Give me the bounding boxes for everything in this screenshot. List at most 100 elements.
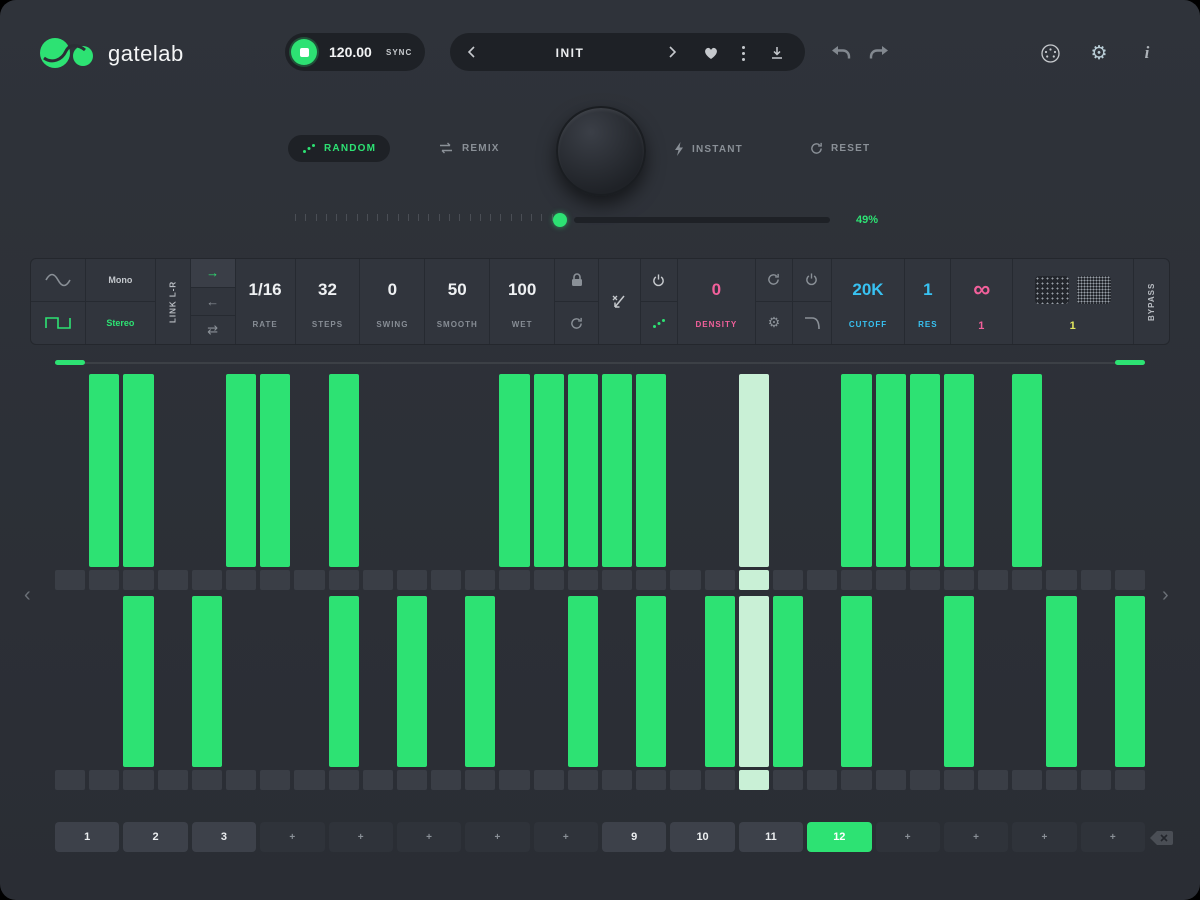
- step-offset-cell[interactable]: [226, 570, 256, 590]
- step-column-9[interactable]: [329, 374, 359, 590]
- gate-bar-active[interactable]: [739, 596, 769, 767]
- direction-pingpong-button[interactable]: ⇄: [191, 316, 235, 344]
- favorite-button[interactable]: [702, 45, 720, 61]
- step-column-1[interactable]: [55, 374, 85, 590]
- gate-bar-empty[interactable]: [1046, 374, 1076, 567]
- gate-bar-active[interactable]: [123, 596, 153, 767]
- step-offset-cell[interactable]: [705, 570, 735, 590]
- gate-bar-active[interactable]: [876, 374, 906, 567]
- step-column-7[interactable]: [260, 596, 290, 790]
- step-column-6[interactable]: [226, 374, 256, 590]
- gate-bar-active[interactable]: [773, 596, 803, 767]
- step-column-16[interactable]: [568, 374, 598, 590]
- step-offset-cell[interactable]: [1081, 770, 1111, 790]
- wet-cell[interactable]: 100 WET: [490, 259, 555, 344]
- step-offset-cell[interactable]: [329, 570, 359, 590]
- step-column-30[interactable]: [1046, 596, 1076, 790]
- step-offset-cell[interactable]: [397, 770, 427, 790]
- step-column-19[interactable]: [670, 374, 700, 590]
- step-offset-cell[interactable]: [363, 570, 393, 590]
- step-offset-cell[interactable]: [876, 570, 906, 590]
- gate-bar-empty[interactable]: [158, 374, 188, 567]
- step-offset-cell[interactable]: [329, 770, 359, 790]
- step-column-4[interactable]: [158, 596, 188, 790]
- gate-bar-active[interactable]: [329, 596, 359, 767]
- step-offset-cell[interactable]: [773, 770, 803, 790]
- step-offset-cell[interactable]: [602, 570, 632, 590]
- gate-bar-empty[interactable]: [158, 596, 188, 767]
- step-column-18[interactable]: [636, 374, 666, 590]
- pattern-add-button[interactable]: +: [397, 822, 461, 852]
- step-column-29[interactable]: [1012, 596, 1042, 790]
- step-offset-cell[interactable]: [55, 570, 85, 590]
- step-column-2[interactable]: [89, 374, 119, 590]
- loop-end-handle[interactable]: [1115, 360, 1145, 365]
- gate-bar-empty[interactable]: [705, 374, 735, 567]
- gate-bar-active[interactable]: [636, 596, 666, 767]
- step-column-13[interactable]: [465, 374, 495, 590]
- mod-power-button[interactable]: [793, 259, 830, 302]
- gate-bar-active[interactable]: [465, 596, 495, 767]
- lock-button[interactable]: [555, 259, 598, 302]
- step-column-32[interactable]: [1115, 596, 1145, 790]
- step-column-11[interactable]: [397, 374, 427, 590]
- step-column-22[interactable]: [773, 374, 803, 590]
- step-offset-cell[interactable]: [1012, 570, 1042, 590]
- step-offset-cell[interactable]: [123, 770, 153, 790]
- gate-bar-empty[interactable]: [363, 374, 393, 567]
- step-column-31[interactable]: [1081, 374, 1111, 590]
- midi-settings-button[interactable]: [1040, 43, 1060, 63]
- gate-bar-active[interactable]: [568, 596, 598, 767]
- gate-bar-empty[interactable]: [670, 596, 700, 767]
- scroll-right-button[interactable]: ›: [1162, 584, 1169, 607]
- step-column-14[interactable]: [499, 596, 529, 790]
- preset-prev-button[interactable]: [462, 43, 480, 61]
- step-offset-cell[interactable]: [773, 570, 803, 590]
- step-offset-cell[interactable]: [705, 770, 735, 790]
- step-offset-cell[interactable]: [397, 570, 427, 590]
- scroll-left-button[interactable]: ‹: [24, 584, 31, 607]
- gate-bar-empty[interactable]: [1081, 374, 1111, 567]
- step-column-17[interactable]: [602, 596, 632, 790]
- step-offset-cell[interactable]: [260, 770, 290, 790]
- gate-bar-empty[interactable]: [1081, 596, 1111, 767]
- gate-bar-empty[interactable]: [260, 596, 290, 767]
- preset-menu-button[interactable]: [742, 46, 745, 61]
- step-column-4[interactable]: [158, 374, 188, 590]
- step-column-17[interactable]: [602, 374, 632, 590]
- play-stop-button[interactable]: [291, 39, 317, 65]
- remix-button[interactable]: REMIX: [438, 142, 500, 154]
- mod-slope-button[interactable]: [793, 302, 830, 345]
- gate-bar-empty[interactable]: [910, 596, 940, 767]
- clear-steps-button[interactable]: [610, 293, 628, 311]
- step-column-23[interactable]: [807, 374, 837, 590]
- gate-bar-empty[interactable]: [363, 596, 393, 767]
- step-column-21[interactable]: [739, 374, 769, 590]
- step-offset-cell[interactable]: [192, 770, 222, 790]
- gate-bar-active[interactable]: [89, 374, 119, 567]
- loop-range-track[interactable]: [55, 362, 1145, 364]
- save-preset-button[interactable]: [768, 45, 786, 61]
- stereo-button[interactable]: Stereo: [86, 302, 155, 344]
- step-column-13[interactable]: [465, 596, 495, 790]
- pattern-add-button[interactable]: +: [260, 822, 324, 852]
- step-offset-cell[interactable]: [910, 770, 940, 790]
- reset-button[interactable]: RESET: [810, 142, 870, 155]
- step-column-3[interactable]: [123, 374, 153, 590]
- step-offset-cell[interactable]: [807, 770, 837, 790]
- step-column-1[interactable]: [55, 596, 85, 790]
- step-offset-cell[interactable]: [534, 570, 564, 590]
- gate-bar-empty[interactable]: [89, 596, 119, 767]
- step-offset-cell[interactable]: [465, 570, 495, 590]
- step-offset-cell[interactable]: [739, 770, 769, 790]
- step-offset-cell[interactable]: [158, 770, 188, 790]
- gate-bar-active[interactable]: [841, 596, 871, 767]
- step-column-16[interactable]: [568, 596, 598, 790]
- step-column-2[interactable]: [89, 596, 119, 790]
- step-offset-cell[interactable]: [636, 770, 666, 790]
- step-offset-cell[interactable]: [978, 770, 1008, 790]
- steps-value[interactable]: 32: [296, 259, 360, 320]
- step-column-27[interactable]: [944, 374, 974, 590]
- step-column-30[interactable]: [1046, 374, 1076, 590]
- step-offset-cell[interactable]: [158, 570, 188, 590]
